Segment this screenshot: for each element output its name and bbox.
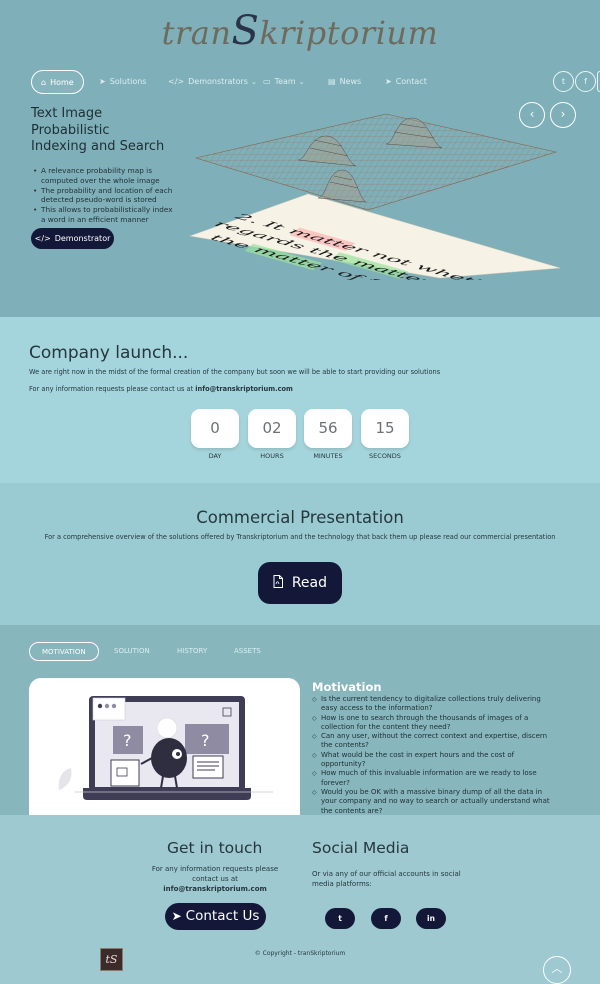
list-item: This allows to probabilistically index a… <box>33 205 173 225</box>
tab-motivation[interactable]: MOTIVATION <box>29 642 99 661</box>
motivation-title: Motivation <box>312 680 382 694</box>
commercial-presentation-section: Commercial Presentation For a comprehens… <box>0 483 600 625</box>
list-item: The probability and location of each det… <box>33 186 173 206</box>
hero-title: Text Image Probabilistic Indexing and Se… <box>31 106 191 156</box>
logo-prefix: tran <box>161 14 232 52</box>
hero-section: tranSkriptorium ⌂ Home ➤ Solutions </> Demo… <box>0 0 600 317</box>
countdown-minutes: 56 <box>304 409 352 448</box>
copyright-text: © Copyright - tranSkriptorium <box>254 950 346 957</box>
commercial-description: For a comprehensive overview of the solu… <box>44 533 556 541</box>
demonstrator-button[interactable]: </> Demonstrator <box>31 228 114 249</box>
site-logo[interactable]: tranSkriptorium <box>0 8 600 54</box>
twitter-icon: t <box>338 914 342 923</box>
contact-us-button[interactable]: ➤ Contact Us <box>165 903 266 930</box>
facebook-icon: f <box>384 914 388 923</box>
countdown-days: 0 <box>191 409 239 448</box>
motivation-illustration: ? ? <box>29 678 300 815</box>
twitter-icon[interactable]: t <box>553 71 574 92</box>
facebook-button[interactable]: f <box>371 908 401 929</box>
tab-solution[interactable]: SOLUTION <box>114 642 150 661</box>
read-button[interactable]: Read <box>258 562 342 604</box>
list-item: Can any user, without the correct contex… <box>312 732 558 751</box>
svg-text:?: ? <box>123 731 132 750</box>
pdf-file-icon <box>273 575 287 590</box>
launch-contact-prefix: For any information requests please cont… <box>29 385 196 393</box>
chevron-up-icon: ︿ <box>551 962 563 975</box>
get-in-touch-title: Get in touch <box>167 839 263 857</box>
list-item: How is one to search through the thousan… <box>312 714 558 733</box>
nav-item-label: Solutions <box>109 77 147 86</box>
hero-title-line: Probabilistic <box>31 122 110 138</box>
facebook-icon[interactable]: f <box>575 71 596 92</box>
tab-history[interactable]: HISTORY <box>177 642 207 661</box>
info-tabs-section: MOTIVATION SOLUTION HISTORY ASSETS ? ? M… <box>0 625 600 815</box>
company-launch-section: Company launch... We are right now in th… <box>0 317 600 483</box>
list-item: Is the current tendency to digitalize co… <box>312 695 558 714</box>
social-media-text: Or via any of our official accounts in s… <box>312 870 461 888</box>
logo-suffix: kriptorium <box>259 14 439 52</box>
svg-text:?: ? <box>201 731 210 750</box>
nav-item-solutions[interactable]: ➤ Solutions <box>99 70 146 94</box>
linkedin-button[interactable]: in <box>416 908 446 929</box>
countdown-seconds: 15 <box>361 409 409 448</box>
home-icon: ⌂ <box>41 78 47 87</box>
list-item: Would you be OK with a massive binary du… <box>312 788 558 816</box>
countdown-label: SECONDS <box>369 452 401 460</box>
newspaper-icon: ▤ <box>328 77 336 86</box>
read-button-label: Read <box>291 575 327 591</box>
footer: Get in touch For any information request… <box>0 815 600 984</box>
list-item: What would be the cost in expert hours a… <box>312 751 558 770</box>
nav-item-label: News <box>339 77 362 86</box>
send-icon: ➤ <box>385 77 392 86</box>
scroll-to-top-button[interactable]: ︿ <box>543 956 571 984</box>
motivation-list: Is the current tendency to digitalize co… <box>312 695 558 816</box>
probability-grid <box>194 113 558 211</box>
chevron-down-icon: ⌄ <box>250 78 257 86</box>
list-item: A relevance probability map is computed … <box>33 166 173 186</box>
probability-map-illustration: 2. It matter not whether the Mr supposed… <box>189 113 566 280</box>
chevron-down-icon: ⌄ <box>298 78 305 86</box>
nav-item-label: Demonstrators <box>188 77 248 86</box>
launch-title: Company launch... <box>29 343 189 363</box>
send-icon: ➤ <box>171 909 182 923</box>
id-card-icon: ▭ <box>263 77 271 86</box>
hero-bullet-list: A relevance probability map is computed … <box>33 166 173 225</box>
leaf-icon <box>58 768 72 790</box>
tab-assets[interactable]: ASSETS <box>234 642 261 661</box>
twitter-button[interactable]: t <box>325 908 355 929</box>
character-icon <box>151 738 187 778</box>
logo-letter: S <box>231 8 260 54</box>
nav-item-label: Home <box>50 78 74 87</box>
contact-us-label: Contact Us <box>185 908 260 924</box>
nav-item-label: Contact <box>395 77 427 86</box>
nav-item-team[interactable]: ▭ Team ⌄ <box>263 70 305 94</box>
countdown-label: DAY <box>208 452 222 460</box>
launch-contact-text: For any information requests please cont… <box>29 385 293 393</box>
commercial-title: Commercial Presentation <box>196 508 404 527</box>
demonstrator-button-label: Demonstrator <box>54 234 111 243</box>
nav-item-news[interactable]: ▤ News <box>328 70 361 94</box>
send-icon: ➤ <box>99 77 106 86</box>
countdown-label: MINUTES <box>313 452 343 460</box>
countdown-label: HOURS <box>260 452 284 460</box>
linkedin-icon: in <box>427 914 435 923</box>
list-item: How much of this invaluable information … <box>312 769 558 788</box>
nav-item-home[interactable]: ⌂ Home <box>31 70 84 94</box>
nav-item-contact[interactable]: ➤ Contact <box>385 70 427 94</box>
footer-email-link[interactable]: info@transkriptorium.com <box>163 885 267 893</box>
social-media-title: Social Media <box>312 839 410 857</box>
hero-title-line: Text Image <box>31 106 103 121</box>
nav-item-demonstrators[interactable]: </> Demonstrators ⌄ <box>168 70 257 94</box>
get-in-touch-text: For any information requests please cont… <box>140 864 290 894</box>
get-in-touch-prefix: For any information requests please cont… <box>151 865 279 883</box>
nav-item-label: Team <box>274 77 296 86</box>
launch-email-link[interactable]: info@transkriptorium.com <box>195 385 293 393</box>
launch-description: We are right now in the midst of the for… <box>29 368 441 376</box>
hero-title-line: Indexing and Search <box>31 139 165 154</box>
countdown-hours: 02 <box>248 409 296 448</box>
code-icon: </> <box>168 77 185 86</box>
code-icon: </> <box>34 234 51 243</box>
